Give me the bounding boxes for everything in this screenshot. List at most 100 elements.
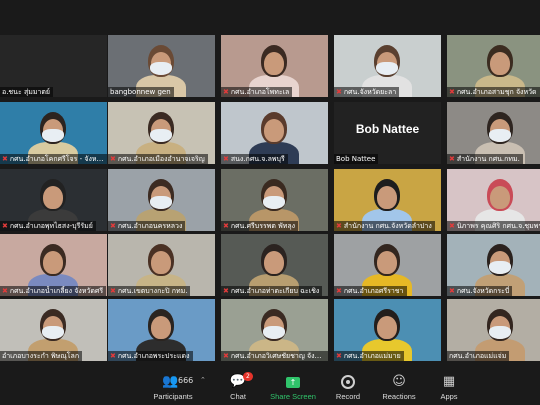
participant-name: สำนักงาน กศน.กทม. [456, 155, 520, 163]
participant-name-tag: ✖ กศน.อำเภอเมืองอำนาจเจริญ [108, 154, 208, 164]
muted-mic-icon: ✖ [223, 352, 229, 360]
participant-tile[interactable]: ✖ สำนักงาน กศน.กทม. [447, 102, 540, 164]
participant-tile[interactable]: ✖ กศน.อำเภอพุทไธสง-บุรีรัมย์ [0, 169, 107, 231]
participant-tile[interactable]: ✖ สำนักงาน กศน.จังหวัดลำปาง [334, 169, 441, 231]
participant-name-tag: ✖ กศน.อำเภอสามชุก จังหวัด [447, 87, 540, 97]
participant-name-tag: ✖ กศน.อำเภอศรีราชา [334, 286, 407, 296]
participant-tile[interactable]: ✖ กศน.เขตบางกะปิ กทม. [108, 234, 215, 296]
participant-name: กศน.อำเภอสามชุก จังหวัด [456, 88, 537, 96]
participant-name: กศน.อำเภอพระประแดง [117, 352, 190, 360]
participant-tile[interactable]: ✖ กศน.จังหวัดยะลา [334, 35, 441, 97]
participant-tile[interactable]: ✖ กศน.อำเภอแม่มาย [334, 299, 441, 361]
participant-name: นิภาพร คุณศิริ กศน.จ.ชุมพร [456, 222, 540, 230]
participant-name: กศน.อำเภอโคกศรีโจร - จังหวัด [9, 155, 106, 163]
participant-tile[interactable]: Bob Nattee Bob Nattee [334, 102, 441, 164]
participant-name-tag: ✖ สำนักงาน กศน.กทม. [447, 154, 523, 164]
participant-name: Bob Nattee [336, 155, 376, 163]
participant-name: อ.ชนะ สุ่มมาตย์ [2, 88, 51, 96]
participant-name-tag: อ.ชนะ สุ่มมาตย์ [0, 87, 54, 97]
muted-mic-icon: ✖ [2, 222, 8, 230]
participant-name-tag: ✖ สนง.กศน.จ.ลพบุรี [221, 154, 288, 164]
muted-mic-icon: ✖ [223, 88, 229, 96]
muted-mic-icon: ✖ [110, 287, 116, 295]
participant-face [151, 251, 171, 274]
participant-name-tag: อำเภอบางระกำ พิษณุโลก [0, 351, 83, 361]
participants-button[interactable]: 👥 666 ⌃ Participants [138, 363, 208, 405]
participant-tile[interactable]: ✖ กศน.อำเภอนครหลวง [108, 169, 215, 231]
participant-name-tag: ✖ กศน.ศรีบรรพต พัทลุง [221, 221, 299, 231]
muted-mic-icon: ✖ [449, 155, 455, 163]
participant-name-tag: ✖ สำนักงาน กศน.จังหวัดลำปาง [334, 221, 435, 231]
participant-tile[interactable]: อ.ชนะ สุ่มมาตย์ [0, 35, 107, 97]
participant-tile[interactable]: ✖ กศน.อำเภอโคกศรีโจร - จังหวัด [0, 102, 107, 164]
muted-mic-icon: ✖ [110, 155, 116, 163]
participant-tile[interactable]: อำเภอบางระกำ พิษณุโลก [0, 299, 107, 361]
participant-tile[interactable]: ✖ กศน.อำเภอน้ำเกลี้ยง จังหวัดศรี [0, 234, 107, 296]
muted-mic-icon: ✖ [223, 222, 229, 230]
participants-label: Participants [153, 392, 193, 401]
muted-mic-icon: ✖ [449, 287, 455, 295]
participant-face [264, 52, 284, 75]
participant-face [151, 316, 171, 339]
participant-name-tag: ✖ กศน.อำเภอนครหลวง [108, 221, 186, 231]
participant-tile[interactable]: ✖ กศน.อำเภอพระประแดง [108, 299, 215, 361]
participant-name: bangbonnew gen [110, 88, 171, 96]
apps-icon: ▦ [442, 374, 456, 389]
participant-name: กศน.จังหวัดยะลา [343, 88, 397, 96]
participant-name-tag: ✖ กศน.อำเภอท่าตะเกียบ ฉะเชิง [221, 286, 323, 296]
participant-tile[interactable]: ✖ กศน.อำเภอศรีราชา [334, 234, 441, 296]
participant-display-name: Bob Nattee [355, 122, 420, 136]
muted-mic-icon: ✖ [336, 352, 342, 360]
apps-button[interactable]: ▦ Apps [414, 363, 484, 405]
participant-face [43, 186, 63, 209]
participant-name: สำนักงาน กศน.จังหวัดลำปาง [343, 222, 432, 230]
participant-name-tag: ✖ กศน.เขตบางกะปิ กทม. [108, 286, 191, 296]
participant-name: กศน.อำเภอพุทไธสง-บุรีรัมย์ [9, 222, 93, 230]
face-mask [150, 196, 172, 209]
muted-mic-icon: ✖ [449, 222, 455, 230]
video-grid: อ.ชนะ สุ่มมาตย์ bangbonnew gen ✖ กศน.อำเภอโ… [0, 35, 540, 363]
participant-name-tag: Bob Nattee [334, 154, 379, 164]
participant-name: กศน.ศรีบรรพต พัทลุง [230, 222, 296, 230]
participant-tile[interactable]: ✖ สนง.กศน.จ.ลพบุรี [221, 102, 328, 164]
participant-face [377, 316, 397, 339]
participant-name: สนง.กศน.จ.ลพบุรี [230, 155, 285, 163]
participant-name-tag: กศน.อำเภอแม่แจ่ม [447, 351, 510, 361]
participant-tile[interactable]: ✖ กศน.อำเภอท่าตะเกียบ ฉะเชิง [221, 234, 328, 296]
participant-name: กศน.อำเภอแม่แจ่ม [449, 352, 507, 360]
participant-tile[interactable]: ✖ กศน.อำเภอเมืองอำนาจเจริญ [108, 102, 215, 164]
participant-name: กศน.อำเภอศรีราชา [343, 287, 404, 295]
face-mask [42, 129, 64, 142]
participant-tile[interactable]: ✖ กศน.อำเภอวิเศษชัยชาญ จังหวัด [221, 299, 328, 361]
participant-name: กศน.เขตบางกะปิ กทม. [117, 287, 188, 295]
participant-count: 666 [178, 376, 194, 385]
participant-name-tag: ✖ กศน.อำเภอพุทไธสง-บุรีรัมย์ [0, 221, 96, 231]
face-mask [489, 261, 511, 274]
face-mask [150, 62, 172, 75]
face-mask [42, 326, 64, 339]
participant-name-tag: ✖ กศน.จังหวัดกระบี่ [447, 286, 513, 296]
participant-name-tag: bangbonnew gen [108, 87, 174, 97]
participant-tile[interactable]: ✖ กศน.อำเภอโพทะเล [221, 35, 328, 97]
participant-name-tag: ✖ กศน.อำเภอโคกศรีโจร - จังหวัด [0, 154, 107, 164]
participant-name: กศน.อำเภอน้ำเกลี้ยง จังหวัดศรี [9, 287, 104, 295]
muted-mic-icon: ✖ [336, 222, 342, 230]
participant-name: กศน.จังหวัดกระบี่ [456, 287, 510, 295]
chat-badge: 2 [243, 372, 253, 381]
face-mask [263, 326, 285, 339]
face-mask [150, 129, 172, 142]
muted-mic-icon: ✖ [336, 287, 342, 295]
participant-tile[interactable]: bangbonnew gen [108, 35, 215, 97]
participant-name-tag: ✖ กศน.อำเภอแม่มาย [334, 351, 404, 361]
participant-tile[interactable]: ✖ นิภาพร คุณศิริ กศน.จ.ชุมพร [447, 169, 540, 231]
muted-mic-icon: ✖ [2, 287, 8, 295]
participant-name: กศน.อำเภอแม่มาย [343, 352, 401, 360]
participant-name-tag: ✖ นิภาพร คุณศิริ กศน.จ.ชุมพร [447, 221, 540, 231]
participant-tile[interactable]: ✖ กศน.จังหวัดกระบี่ [447, 234, 540, 296]
participant-tile[interactable]: ✖ กศน.ศรีบรรพต พัทลุง [221, 169, 328, 231]
participant-tile[interactable]: กศน.อำเภอแม่แจ่ม [447, 299, 540, 361]
participant-tile[interactable]: ✖ กศน.อำเภอสามชุก จังหวัด [447, 35, 540, 97]
participant-name: กศน.อำเภอวิเศษชัยชาญ จังหวัด [230, 352, 328, 360]
participant-name: อำเภอบางระกำ พิษณุโลก [2, 352, 80, 360]
participant-name-tag: ✖ กศน.จังหวัดยะลา [334, 87, 400, 97]
